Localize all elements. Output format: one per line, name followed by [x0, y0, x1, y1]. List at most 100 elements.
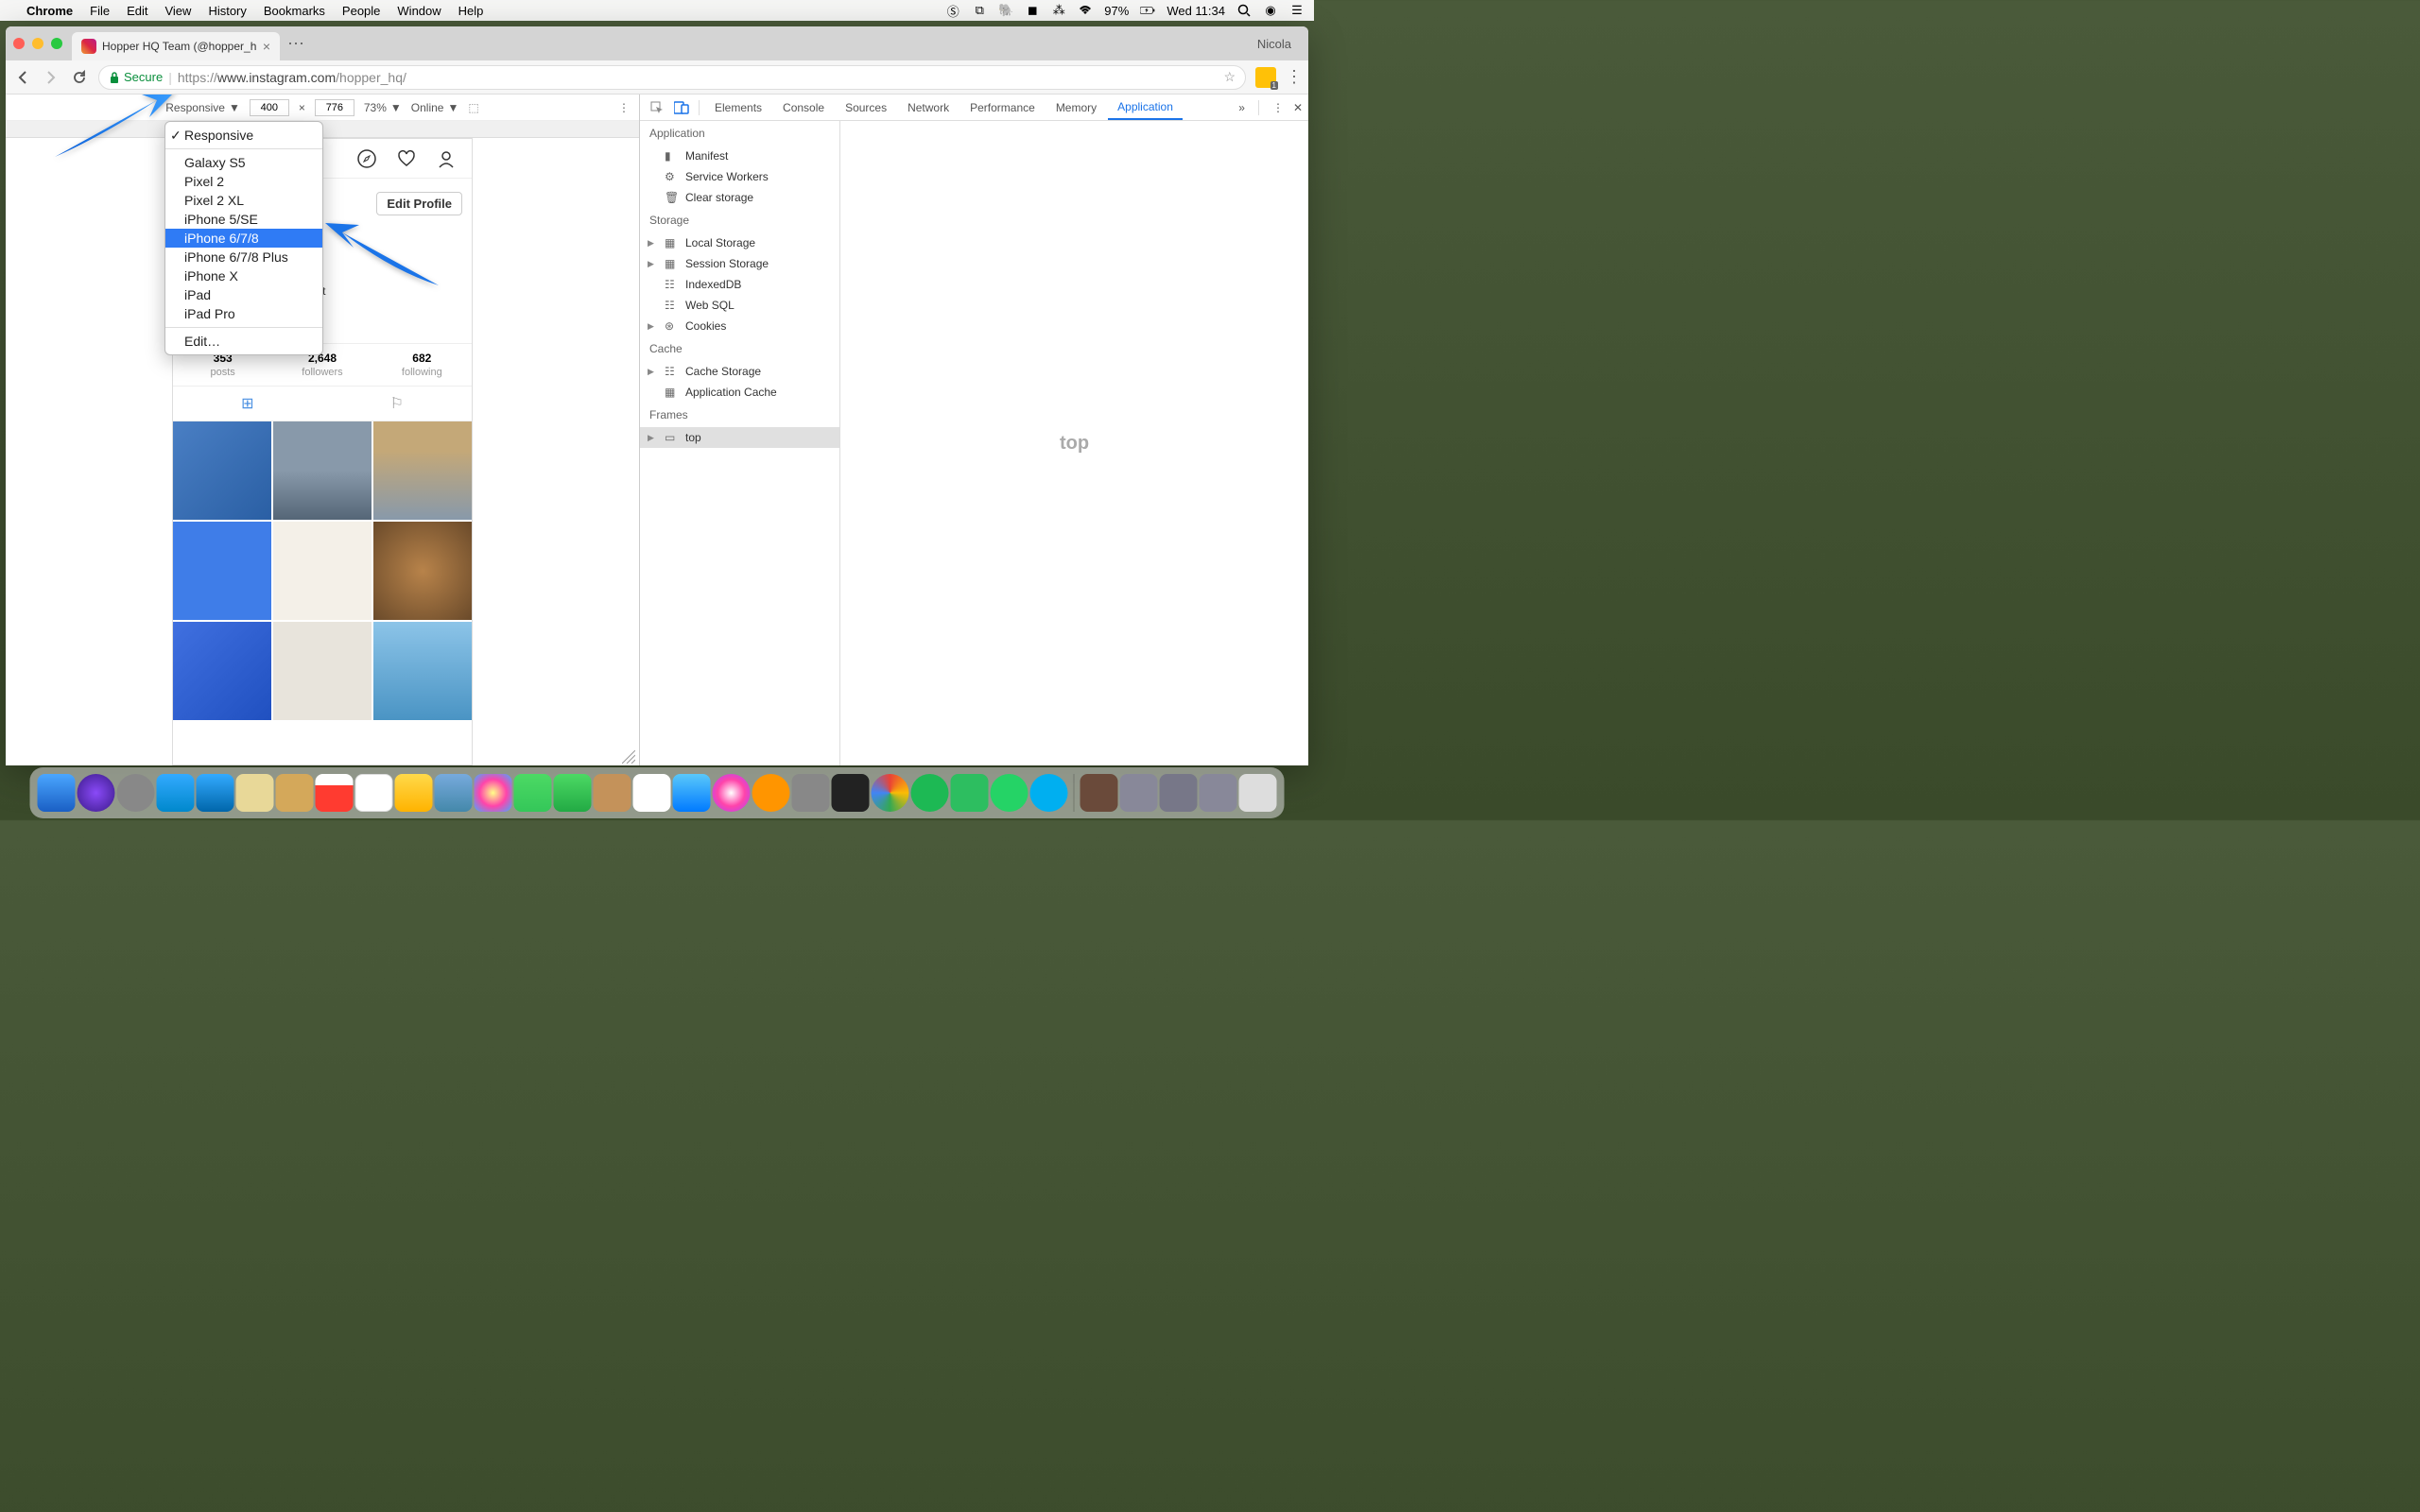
device-toolbar-menu[interactable]: ⋮	[618, 101, 630, 114]
resize-corner-icon[interactable]	[622, 750, 635, 764]
post-thumbnail[interactable]	[373, 522, 472, 620]
tab-sources[interactable]: Sources	[836, 94, 896, 120]
app-name[interactable]: Chrome	[26, 4, 73, 18]
tab-network[interactable]: Network	[898, 94, 959, 120]
sidebar-session-storage[interactable]: ▶▦Session Storage	[640, 253, 839, 274]
rotate-icon[interactable]: ⬚	[468, 101, 478, 114]
saved-tab-icon[interactable]: ⚐	[390, 394, 404, 413]
chrome-menu-button[interactable]: ⋮	[1286, 67, 1301, 87]
device-menu-item[interactable]: iPad	[165, 285, 322, 304]
device-menu-item-highlighted[interactable]: iPhone 6/7/8	[165, 229, 322, 248]
bookmark-star-icon[interactable]: ☆	[1223, 69, 1236, 85]
viewport-height-input[interactable]	[315, 99, 354, 116]
zoom-dropdown[interactable]: 73% ▼	[364, 101, 402, 114]
menu-bookmarks[interactable]: Bookmarks	[264, 4, 325, 18]
sidebar-websql[interactable]: ☷Web SQL	[640, 295, 839, 316]
tab-memory[interactable]: Memory	[1046, 94, 1106, 120]
sidebar-clear-storage[interactable]: 🗑Clear storage	[640, 187, 839, 208]
sidebar-indexeddb[interactable]: ☷IndexedDB	[640, 274, 839, 295]
spotlight-icon[interactable]	[1236, 3, 1252, 18]
battery-icon[interactable]	[1140, 3, 1155, 18]
dock-books-icon[interactable]	[594, 774, 631, 812]
dock-contacts-icon[interactable]	[236, 774, 274, 812]
dock-trash-icon[interactable]	[1239, 774, 1277, 812]
tabs-overflow-icon[interactable]: »	[1238, 101, 1245, 114]
menu-history[interactable]: History	[208, 4, 246, 18]
tab-application[interactable]: Application	[1108, 94, 1183, 120]
dock-evernote-icon[interactable]	[951, 774, 989, 812]
tab-console[interactable]: Console	[773, 94, 834, 120]
tab-elements[interactable]: Elements	[705, 94, 771, 120]
stat-following[interactable]: 682following	[372, 344, 472, 386]
bluetooth-icon[interactable]: ⁂	[1051, 3, 1066, 18]
browser-tab[interactable]: Hopper HQ Team (@hopper_h ×	[72, 32, 280, 60]
dock-itunes-icon[interactable]	[713, 774, 751, 812]
device-menu-edit[interactable]: Edit…	[165, 332, 322, 351]
menu-window[interactable]: Window	[397, 4, 441, 18]
device-menu-item[interactable]: iPad Pro	[165, 304, 322, 323]
dock-siri-icon[interactable]	[78, 774, 115, 812]
post-thumbnail[interactable]	[273, 421, 372, 520]
device-menu-item[interactable]: Galaxy S5	[165, 153, 322, 172]
back-button[interactable]	[13, 68, 32, 87]
post-thumbnail[interactable]	[173, 522, 271, 620]
post-thumbnail[interactable]	[373, 421, 472, 520]
menu-file[interactable]: File	[90, 4, 110, 18]
post-thumbnail[interactable]	[273, 622, 372, 720]
sidebar-app-cache[interactable]: ▦Application Cache	[640, 382, 839, 403]
reload-button[interactable]	[70, 68, 89, 87]
device-menu-item[interactable]: iPhone 6/7/8 Plus	[165, 248, 322, 266]
device-toggle-icon[interactable]	[670, 101, 693, 114]
tab-close-icon[interactable]: ×	[263, 39, 270, 54]
devtools-close-icon[interactable]: ✕	[1293, 101, 1303, 114]
device-menu-item[interactable]: iPhone X	[165, 266, 322, 285]
menu-people[interactable]: People	[342, 4, 380, 18]
dock-appstore-icon[interactable]	[197, 774, 234, 812]
dock-skype-icon[interactable]	[1030, 774, 1068, 812]
window-zoom-button[interactable]	[51, 38, 62, 49]
dropbox-menubar-icon[interactable]: ⧉	[972, 3, 987, 18]
menu-view[interactable]: View	[164, 4, 191, 18]
activity-heart-icon[interactable]	[396, 148, 417, 169]
sidebar-service-workers[interactable]: ⚙Service Workers	[640, 166, 839, 187]
device-menu-item[interactable]: Pixel 2 XL	[165, 191, 322, 210]
dock-photos-icon[interactable]	[475, 774, 512, 812]
post-thumbnail[interactable]	[173, 421, 271, 520]
secure-indicator[interactable]: Secure	[109, 70, 163, 84]
dock-maps-icon[interactable]	[435, 774, 473, 812]
menu-help[interactable]: Help	[458, 4, 484, 18]
dock-stack-icon[interactable]	[1120, 774, 1158, 812]
sidebar-cookies[interactable]: ▶⊛Cookies	[640, 316, 839, 336]
viewport-width-input[interactable]	[250, 99, 289, 116]
dock-notes-icon[interactable]	[355, 774, 393, 812]
dock-whatsapp-icon[interactable]	[991, 774, 1028, 812]
throttle-dropdown[interactable]: Online ▼	[411, 101, 459, 114]
dock-folder-icon[interactable]	[1080, 774, 1118, 812]
dock-reminders-icon[interactable]	[395, 774, 433, 812]
dock-calendar-icon[interactable]	[316, 774, 354, 812]
inspect-element-icon[interactable]	[646, 101, 668, 114]
dock-launchpad-icon[interactable]	[117, 774, 155, 812]
post-thumbnail[interactable]	[373, 622, 472, 720]
explore-icon[interactable]	[356, 148, 377, 169]
dock-preferences-icon[interactable]	[792, 774, 830, 812]
dock-keynote-icon[interactable]	[673, 774, 711, 812]
notification-center-icon[interactable]: ☰	[1289, 3, 1305, 18]
extension-icon[interactable]: 1	[1255, 67, 1276, 88]
sidebar-local-storage[interactable]: ▶▦Local Storage	[640, 232, 839, 253]
window-close-button[interactable]	[13, 38, 25, 49]
dock-chrome-icon[interactable]	[872, 774, 909, 812]
post-thumbnail[interactable]	[173, 622, 271, 720]
device-menu-item[interactable]: Pixel 2	[165, 172, 322, 191]
dock-spotify-icon[interactable]	[911, 774, 949, 812]
sidebar-cache-storage[interactable]: ▶☷Cache Storage	[640, 361, 839, 382]
evernote-menubar-icon[interactable]: 🐘	[998, 3, 1013, 18]
devtools-menu-icon[interactable]: ⋮	[1272, 101, 1284, 114]
post-thumbnail[interactable]	[273, 522, 372, 620]
dock-sublime-icon[interactable]	[832, 774, 870, 812]
clock[interactable]: Wed 11:34	[1167, 4, 1225, 18]
menu-edit[interactable]: Edit	[127, 4, 147, 18]
profile-icon[interactable]	[436, 148, 457, 169]
device-menu-item[interactable]: iPhone 5/SE	[165, 210, 322, 229]
dock-ibooks-icon[interactable]	[752, 774, 790, 812]
